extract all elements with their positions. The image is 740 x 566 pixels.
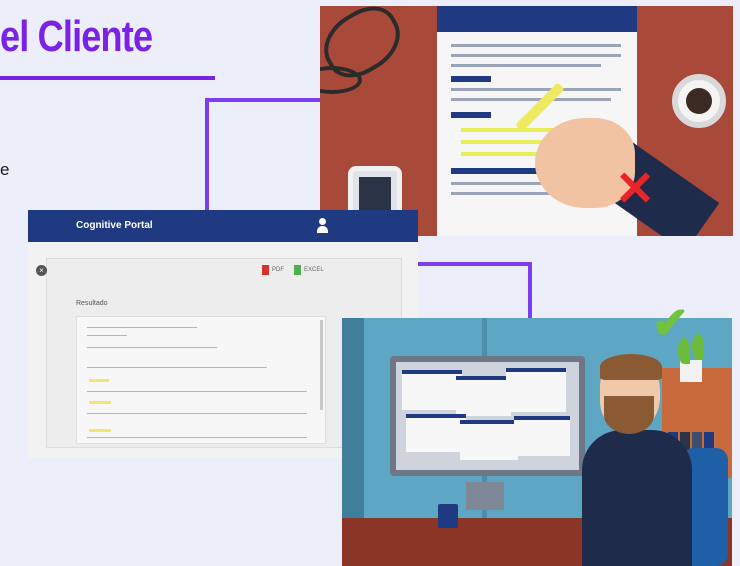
screen-window (456, 376, 511, 416)
result-line (87, 437, 307, 438)
document-line (451, 64, 601, 67)
connector-line (528, 262, 532, 322)
screen-window (506, 368, 566, 412)
document-header (437, 6, 637, 32)
result-highlight (89, 429, 111, 432)
document-review-illustration: ✕ (320, 6, 733, 236)
office-worker-illustration (342, 318, 732, 566)
result-line (87, 391, 307, 392)
result-highlight (89, 379, 109, 382)
document-line (451, 54, 621, 57)
results-panel (76, 316, 326, 444)
screen-window (460, 420, 518, 460)
results-scrollbar[interactable] (320, 320, 323, 410)
pdf-button-label: PDF (272, 267, 284, 273)
document-section-bar (451, 112, 491, 118)
portal-header: Cognitive Portal (28, 210, 418, 242)
user-icon[interactable] (316, 218, 328, 234)
title-underline (0, 76, 215, 80)
monitor-stand (466, 482, 504, 510)
screen-window (402, 370, 462, 410)
document-line (451, 44, 621, 47)
plant-leaf (692, 334, 704, 360)
person-torso (582, 430, 692, 566)
connector-line (205, 98, 323, 102)
result-line (87, 335, 127, 336)
document-line (451, 88, 621, 91)
screen-window (514, 416, 570, 456)
result-line (87, 327, 197, 328)
connector-line (410, 262, 532, 266)
screen-window (406, 414, 466, 452)
result-line (87, 413, 307, 414)
excel-button-label: EXCEL (304, 267, 324, 273)
result-line (87, 347, 217, 348)
partial-text: e (0, 160, 10, 179)
document-section-bar (451, 76, 491, 82)
check-mark-icon: ✔ (652, 299, 689, 348)
close-icon[interactable]: × (36, 265, 47, 276)
excel-button[interactable]: EXCEL (294, 265, 324, 275)
connector-line (205, 98, 209, 213)
pdf-file-icon (262, 265, 269, 275)
result-line (87, 367, 267, 368)
pdf-button[interactable]: PDF (262, 265, 284, 275)
x-mark-icon: ✕ (615, 163, 656, 216)
results-label: Resultado (76, 300, 108, 307)
document-line (451, 98, 611, 101)
mug-icon (438, 504, 458, 528)
person-beard (604, 396, 654, 434)
computer-monitor (390, 356, 585, 476)
page-title: el Cliente (0, 12, 153, 61)
excel-file-icon (294, 265, 301, 275)
result-highlight (89, 401, 111, 404)
coffee-cup-icon (672, 74, 726, 128)
person-hair (600, 354, 662, 380)
app-title: Cognitive Portal (76, 220, 153, 231)
